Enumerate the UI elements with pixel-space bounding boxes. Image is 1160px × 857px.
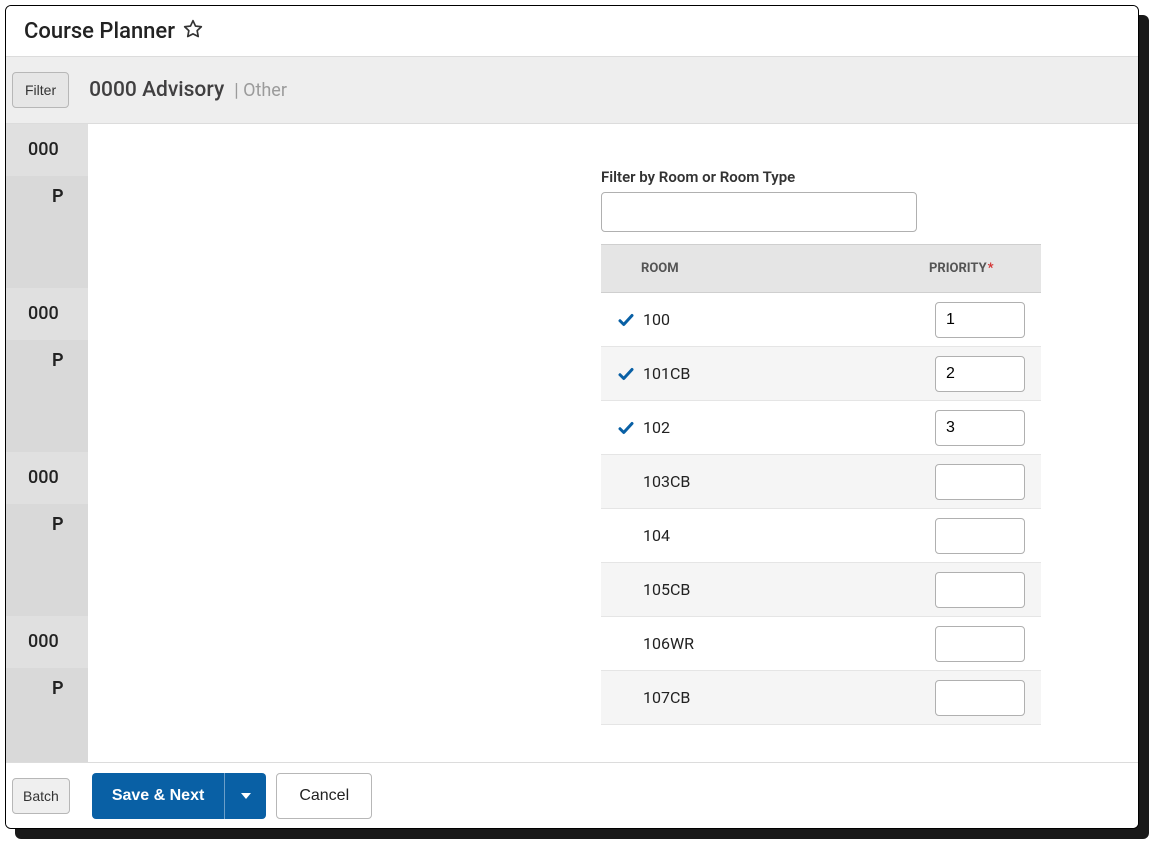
priority-column-header: PRIORITY* — [929, 261, 1041, 276]
list-item-p: P — [6, 668, 88, 762]
room-name: 106WR — [643, 634, 935, 653]
list-item-code: 000 — [6, 616, 88, 668]
table-row[interactable]: 100 — [601, 293, 1041, 347]
priority-input[interactable] — [935, 680, 1025, 716]
room-name: 103CB — [643, 472, 935, 491]
table-row[interactable]: 106WR — [601, 617, 1041, 671]
course-meta: | Other — [234, 80, 287, 101]
filter-section: Filter by Room or Room Type — [601, 168, 1041, 232]
list-item[interactable]: 000P — [6, 124, 88, 288]
check-icon — [615, 309, 637, 331]
check-icon — [615, 363, 637, 385]
filter-button[interactable]: Filter — [12, 72, 69, 108]
footer-bar: Batch Save & Next Cancel — [6, 762, 1138, 828]
list-item[interactable]: 000P — [6, 616, 88, 762]
left-column: 000P000P000P000P — [6, 124, 88, 762]
list-item[interactable]: 000P — [6, 288, 88, 452]
list-item-p: P — [6, 504, 88, 616]
table-row[interactable]: 103CB — [601, 455, 1041, 509]
list-item-code: 000 — [6, 452, 88, 504]
batch-button[interactable]: Batch — [12, 778, 70, 814]
room-table[interactable]: ROOM PRIORITY* 100 101CB 102 103CB 104 105CB 1… — [601, 244, 1041, 762]
list-item-p: P — [6, 176, 88, 288]
sub-header: Filter 0000 Advisory | Other — [6, 56, 1138, 124]
save-next-caret[interactable] — [224, 773, 266, 819]
priority-header-text: PRIORITY — [929, 261, 987, 276]
room-name: 100 — [643, 310, 935, 329]
room-name: 101CB — [643, 364, 935, 383]
course-title: 0000 Advisory — [89, 78, 224, 102]
table-row[interactable]: 102 — [601, 401, 1041, 455]
priority-input[interactable] — [935, 302, 1025, 338]
room-name: 105CB — [643, 580, 935, 599]
room-column-header: ROOM — [601, 261, 929, 276]
priority-input[interactable] — [935, 410, 1025, 446]
page-title: Course Planner — [24, 19, 175, 44]
list-item-p: P — [6, 340, 88, 452]
save-next-button[interactable]: Save & Next — [92, 773, 225, 819]
list-item[interactable]: 000P — [6, 452, 88, 616]
room-name: 107CB — [643, 688, 935, 707]
table-row[interactable]: 101CB — [601, 347, 1041, 401]
table-row[interactable]: 105CB — [601, 563, 1041, 617]
table-row[interactable]: 104 — [601, 509, 1041, 563]
app-window: Course Planner Filter 0000 Advisory | Ot… — [5, 5, 1139, 829]
table-header: ROOM PRIORITY* — [601, 245, 1041, 293]
priority-input[interactable] — [935, 464, 1025, 500]
required-star: * — [988, 261, 994, 276]
save-next-split-button: Save & Next — [92, 773, 267, 819]
star-icon[interactable] — [183, 19, 203, 43]
cancel-button[interactable]: Cancel — [276, 773, 372, 819]
list-item-code: 000 — [6, 288, 88, 340]
list-item-code: 000 — [6, 124, 88, 176]
priority-input[interactable] — [935, 518, 1025, 554]
table-row[interactable]: 107CB — [601, 671, 1041, 725]
priority-input[interactable] — [935, 356, 1025, 392]
priority-input[interactable] — [935, 626, 1025, 662]
filter-label: Filter by Room or Room Type — [601, 168, 1041, 186]
room-name: 102 — [643, 418, 935, 437]
room-panel: Filter by Room or Room Type ROOM PRIORIT… — [88, 124, 1138, 762]
room-name: 104 — [643, 526, 935, 545]
title-bar: Course Planner — [6, 6, 1138, 56]
priority-input[interactable] — [935, 572, 1025, 608]
main-area: 000P000P000P000P Filter by Room or Room … — [6, 124, 1138, 762]
check-icon — [615, 417, 637, 439]
room-filter-input[interactable] — [601, 192, 917, 232]
